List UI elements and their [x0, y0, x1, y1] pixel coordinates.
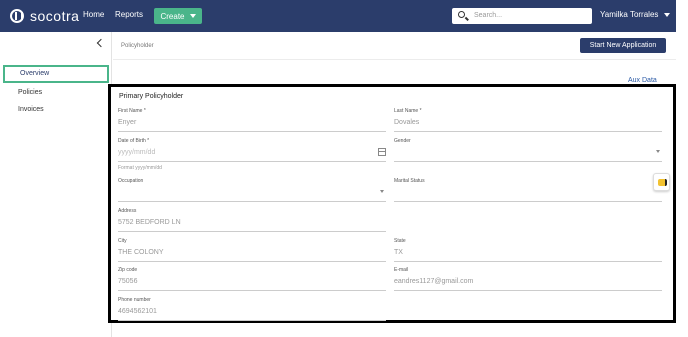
phone-number-value[interactable]: 4694562101 — [118, 308, 386, 318]
first-name-field[interactable]: First Name * Enyer — [118, 108, 386, 132]
state-field[interactable]: State TX — [394, 238, 662, 262]
top-navigation-bar: socotra Home Reports Create Search... Ya… — [0, 0, 676, 32]
marital-status-select[interactable]: Marital Status — [394, 178, 662, 202]
field-underline — [118, 161, 386, 162]
zip-code-value[interactable]: 75056 — [118, 278, 386, 288]
calendar-icon[interactable] — [378, 148, 386, 156]
address-field[interactable]: Address 5752 BEDFORD LN — [118, 208, 386, 232]
marital-status-label: Marital Status — [394, 178, 425, 184]
first-name-label: First Name * — [118, 108, 146, 114]
last-name-label: Last Name * — [394, 108, 422, 114]
gender-label: Gender — [394, 138, 411, 144]
collapse-chevron-icon[interactable] — [96, 38, 106, 48]
field-underline — [394, 161, 662, 162]
state-value[interactable]: TX — [394, 249, 662, 259]
breadcrumb: Policyholder — [121, 43, 154, 49]
start-new-application-button[interactable]: Start New Application — [580, 38, 666, 53]
field-underline — [394, 131, 662, 132]
search-input[interactable]: Search... — [452, 8, 592, 24]
field-underline — [394, 290, 662, 291]
field-underline — [118, 290, 386, 291]
nav-reports[interactable]: Reports — [115, 10, 143, 19]
field-underline — [118, 261, 386, 262]
last-name-field[interactable]: Last Name * Dovales — [394, 108, 662, 132]
field-underline — [118, 131, 386, 132]
marital-status-value[interactable] — [394, 189, 662, 199]
chevron-down-icon — [189, 14, 196, 18]
create-button-label: Create — [160, 11, 185, 21]
last-name-value[interactable]: Dovales — [394, 119, 662, 129]
zip-code-field[interactable]: Zip code 75056 — [118, 267, 386, 291]
city-value[interactable]: THE COLONY — [118, 249, 386, 259]
gender-value[interactable] — [394, 149, 662, 159]
phone-number-field[interactable]: Phone number 4694562101 — [118, 297, 386, 321]
socotra-logo[interactable]: socotra — [10, 8, 79, 24]
email-value[interactable]: eandres1127@gmail.com — [394, 278, 662, 288]
field-underline — [118, 201, 386, 202]
email-label: E-mail — [394, 267, 409, 273]
aux-data-link[interactable]: Aux Data — [628, 77, 657, 84]
field-underline — [394, 261, 662, 262]
search-placeholder: Search... — [474, 12, 503, 19]
address-label: Address — [118, 208, 137, 214]
search-icon — [458, 11, 465, 18]
form-title: Primary Policyholder — [119, 93, 184, 100]
sidebar-item-overview[interactable]: Overview — [3, 65, 109, 83]
dob-label: Date of Birth * — [118, 138, 150, 144]
chevron-down-icon — [664, 12, 671, 17]
state-label: State — [394, 238, 406, 244]
create-button[interactable]: Create — [154, 8, 202, 24]
field-underline — [118, 320, 386, 321]
occupation-select[interactable]: Occupation — [118, 178, 386, 202]
chevron-down-icon — [380, 190, 384, 193]
chevron-down-icon — [656, 150, 660, 153]
field-underline — [394, 201, 662, 202]
user-menu[interactable]: Yamilka Torrales — [600, 10, 671, 19]
field-underline — [118, 231, 386, 232]
email-field[interactable]: E-mail eandres1127@gmail.com — [394, 267, 662, 291]
sidebar-item-invoices[interactable]: Invoices — [3, 101, 109, 119]
nav-home[interactable]: Home — [83, 10, 104, 19]
aux-panel-toggle[interactable] — [653, 173, 670, 191]
first-name-value[interactable]: Enyer — [118, 119, 386, 129]
toggle-handle-icon — [658, 179, 667, 186]
address-value[interactable]: 5752 BEDFORD LN — [118, 219, 386, 229]
user-name: Yamilka Torrales — [600, 10, 659, 19]
dob-format-hint: Format yyyy/mm/dd — [118, 165, 162, 171]
occupation-label: Occupation — [118, 178, 144, 184]
phone-number-label: Phone number — [118, 297, 151, 303]
zip-code-label: Zip code — [118, 267, 138, 273]
sidebar-item-policies[interactable]: Policies — [3, 84, 109, 102]
logo-icon — [10, 9, 24, 23]
policyholder-form-panel: Primary Policyholder First Name * Enyer … — [108, 84, 676, 323]
city-field[interactable]: City THE COLONY — [118, 238, 386, 262]
occupation-value[interactable] — [118, 189, 386, 199]
date-of-birth-field[interactable]: Date of Birth * yyyy/mm/dd Format yyyy/m… — [118, 138, 386, 171]
sidebar: Overview Policies Invoices — [0, 32, 112, 337]
dob-placeholder[interactable]: yyyy/mm/dd — [118, 149, 386, 159]
city-label: City — [118, 238, 127, 244]
gender-select[interactable]: Gender — [394, 138, 662, 162]
logo-text: socotra — [30, 8, 80, 24]
